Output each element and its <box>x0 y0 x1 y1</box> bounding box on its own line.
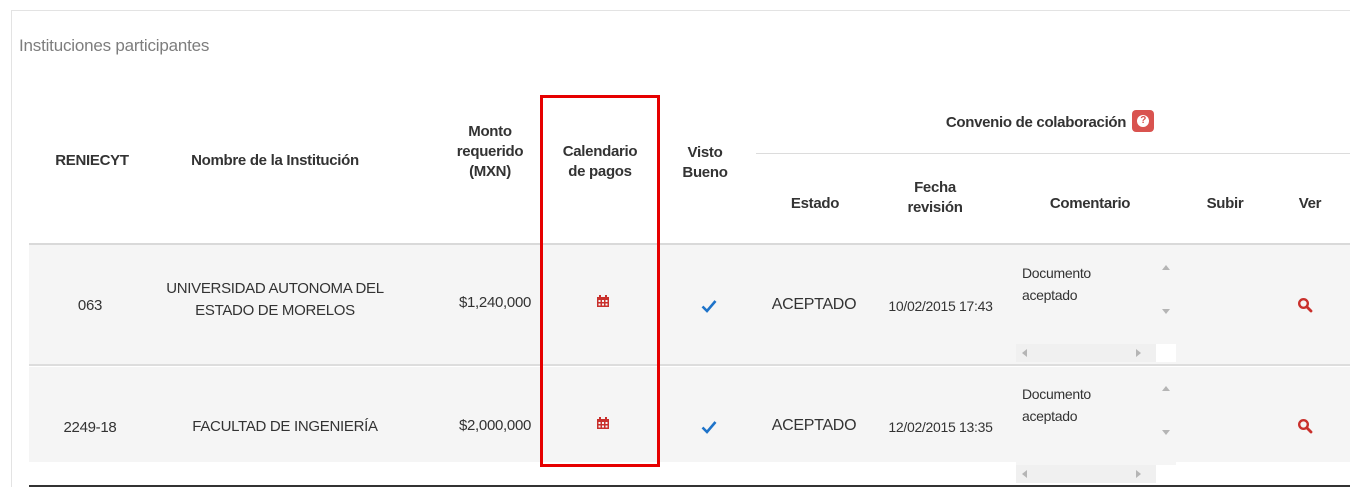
scroll-down-icon[interactable] <box>1162 430 1170 435</box>
scroll-right-icon[interactable] <box>1136 349 1141 357</box>
comment-textarea[interactable]: Documento aceptado <box>1016 260 1176 362</box>
scroll-right-icon[interactable] <box>1136 470 1141 478</box>
header-convenio: Convenio de colaboración? <box>900 110 1200 134</box>
header-monto-line2: requerido <box>456 143 524 160</box>
row-monto: $1,240,000 <box>458 294 532 311</box>
calendar-column-highlight <box>540 95 660 467</box>
scroll-left-icon[interactable] <box>1022 470 1027 478</box>
header-reniecyt: RENIECYT <box>55 152 129 169</box>
header-fecha: Fecha revisión <box>880 178 990 218</box>
scroll-down-icon[interactable] <box>1162 309 1170 314</box>
info-icon[interactable]: ? <box>1132 110 1155 132</box>
header-nombre: Nombre de la Institución <box>191 152 359 169</box>
row-estado: ACEPTADO <box>771 417 857 434</box>
header-monto-line3: (MXN) <box>469 163 511 180</box>
header-fecha-line2: revisión <box>907 199 963 216</box>
header-visto-bueno: Visto Bueno <box>670 143 740 183</box>
comment-text: Documento aceptado <box>1016 260 1156 344</box>
header-visto-line1: Visto <box>687 144 723 161</box>
header-monto-line1: Monto <box>468 123 512 140</box>
panel-title: Instituciones participantes <box>19 36 210 55</box>
row-fecha: 10/02/2015 17:43 <box>888 298 993 314</box>
header-estado: Estado <box>790 195 840 212</box>
vertical-scrollbar[interactable] <box>1156 381 1176 465</box>
vertical-scrollbar[interactable] <box>1156 260 1176 344</box>
row-nombre: FACULTAD DE INGENIERÍA <box>192 418 378 435</box>
scroll-up-icon[interactable] <box>1162 265 1170 270</box>
row-reniecyt: 2249-18 <box>63 419 117 436</box>
search-icon[interactable] <box>1297 297 1313 313</box>
scroll-left-icon[interactable] <box>1022 349 1027 357</box>
search-icon[interactable] <box>1297 418 1313 434</box>
comment-text: Documento aceptado <box>1016 381 1156 465</box>
header-subir: Subir <box>1206 195 1244 212</box>
horizontal-scrollbar[interactable] <box>1016 465 1156 483</box>
header-fecha-line1: Fecha <box>914 179 956 196</box>
row-fecha: 12/02/2015 13:35 <box>888 419 993 435</box>
comment-line2: aceptado <box>1022 287 1078 303</box>
header-convenio-label: Convenio de colaboración <box>945 113 1127 131</box>
header-comentario: Comentario <box>1049 195 1131 212</box>
row-reniecyt: 063 <box>77 297 103 314</box>
header-ver: Ver <box>1298 195 1322 212</box>
horizontal-scrollbar[interactable] <box>1016 344 1156 362</box>
row-monto: $2,000,000 <box>458 417 532 434</box>
check-icon <box>701 421 717 434</box>
comment-line1: Documento <box>1022 265 1091 281</box>
row-nombre-line1: UNIVERSIDAD AUTONOMA DEL <box>166 280 384 297</box>
comment-line2: aceptado <box>1022 408 1078 424</box>
header-monto: Monto requerido (MXN) <box>440 122 540 182</box>
convenio-divider <box>756 153 1350 154</box>
row-nombre-line2: ESTADO DE MORELOS <box>195 302 355 319</box>
header-visto-line2: Bueno <box>682 164 728 181</box>
scroll-up-icon[interactable] <box>1162 386 1170 391</box>
row-estado: ACEPTADO <box>771 296 857 313</box>
check-icon <box>701 300 717 313</box>
comment-textarea[interactable]: Documento aceptado <box>1016 381 1176 483</box>
comment-line1: Documento <box>1022 386 1091 402</box>
row-nombre: UNIVERSIDAD AUTONOMA DEL ESTADO DE MOREL… <box>140 278 410 322</box>
